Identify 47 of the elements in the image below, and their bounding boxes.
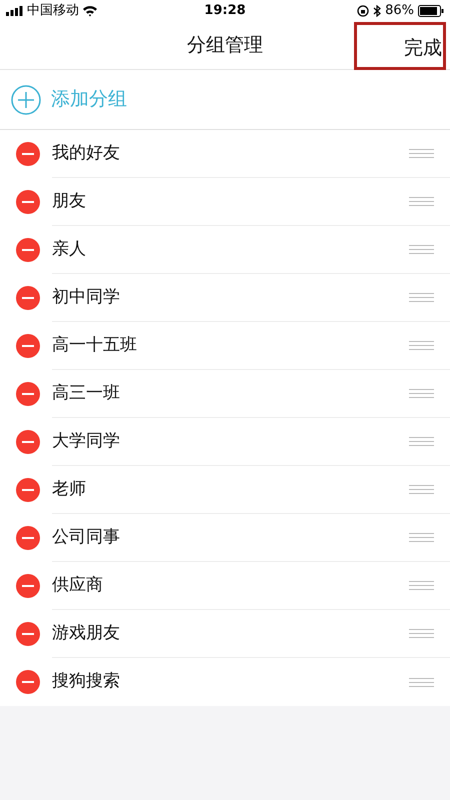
delete-icon[interactable] [16, 430, 40, 454]
drag-handle-icon[interactable] [409, 581, 434, 590]
carrier-name: 中国移动 [27, 2, 79, 20]
delete-icon[interactable] [16, 142, 40, 166]
drag-handle-icon[interactable] [409, 678, 434, 686]
group-name: 老师 [52, 478, 87, 501]
delete-icon[interactable] [16, 286, 40, 310]
battery-icon [418, 5, 444, 17]
plus-circle-icon [11, 84, 41, 114]
group-name: 高一十五班 [52, 334, 138, 357]
page-title: 分组管理 [187, 33, 263, 58]
drag-handle-icon[interactable] [409, 485, 434, 494]
delete-icon[interactable] [16, 622, 40, 646]
bluetooth-icon [373, 5, 382, 17]
drag-handle-icon[interactable] [409, 533, 434, 542]
battery-percent: 86% [385, 2, 414, 20]
drag-handle-icon[interactable] [409, 629, 434, 638]
delete-icon[interactable] [16, 574, 40, 598]
delete-icon[interactable] [16, 190, 40, 214]
delete-icon[interactable] [16, 478, 40, 502]
status-time: 19:28 [204, 2, 246, 20]
delete-icon[interactable] [16, 526, 40, 550]
group-name: 游戏朋友 [52, 622, 121, 645]
drag-handle-icon[interactable] [409, 341, 434, 350]
group-name: 大学同学 [52, 430, 121, 453]
group-name: 高三一班 [52, 382, 121, 405]
group-name: 朋友 [52, 190, 87, 213]
wifi-icon [82, 5, 98, 17]
drag-handle-icon[interactable] [409, 197, 434, 206]
drag-handle-icon[interactable] [409, 293, 434, 302]
group-name: 我的好友 [52, 142, 121, 165]
drag-handle-icon[interactable] [409, 389, 434, 398]
signal-icon [6, 6, 24, 16]
delete-icon[interactable] [16, 334, 40, 358]
delete-icon[interactable] [16, 382, 40, 406]
delete-icon[interactable] [16, 670, 40, 694]
delete-icon[interactable] [16, 238, 40, 262]
orientation-lock-icon [357, 5, 370, 17]
drag-handle-icon[interactable] [409, 149, 434, 158]
group-name: 公司同事 [52, 526, 121, 549]
group-name: 供应商 [52, 574, 104, 597]
drag-handle-icon[interactable] [409, 245, 434, 254]
group-name: 搜狗搜索 [52, 670, 121, 694]
group-name: 亲人 [52, 238, 87, 261]
done-button[interactable]: 完成 [404, 34, 442, 62]
drag-handle-icon[interactable] [409, 437, 434, 446]
group-name: 初中同学 [52, 286, 121, 309]
